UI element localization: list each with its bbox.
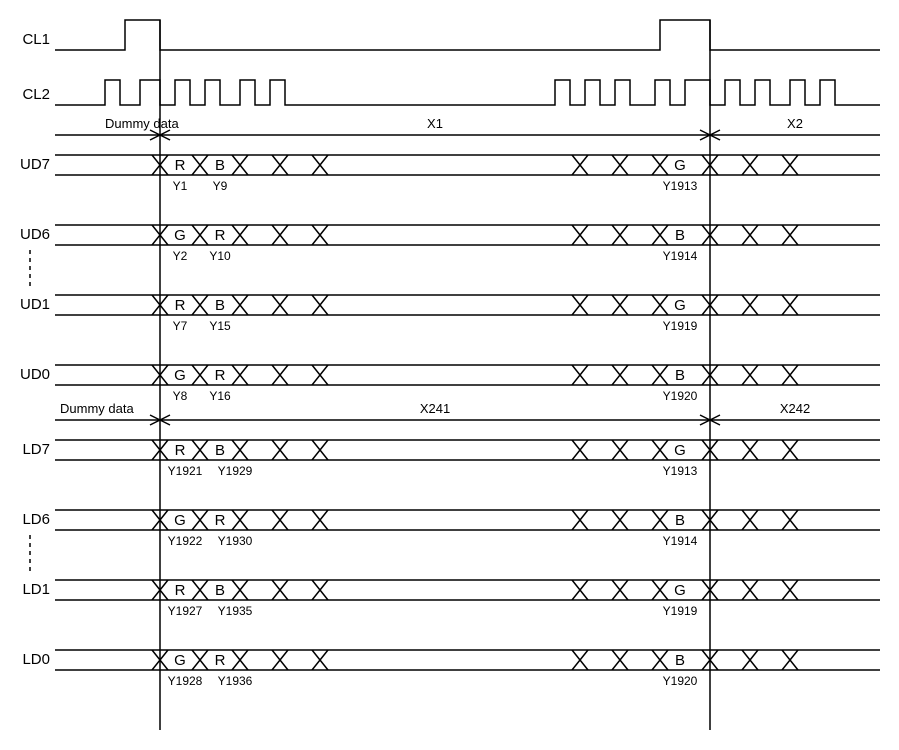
ud0-c2: R [215,367,226,384]
ld6-l2: Y1930 [218,534,253,548]
ud6-c3: B [675,227,685,244]
ld0-l2: Y1936 [218,674,253,688]
ud6-l2: Y10 [209,249,231,263]
ld7-c1: R [175,442,186,459]
ld1-l2: Y1935 [218,604,253,618]
wave-cl2 [55,80,880,105]
ld1-l1: Y1927 [168,604,203,618]
ld1-c3: G [674,582,686,599]
ud6-c1: G [174,227,186,244]
label-ld1: LD1 [22,581,50,598]
ld1-c2: B [215,582,225,599]
span-x1: X1 [427,116,443,131]
wave-cl1 [55,20,880,50]
ud7-c3: G [674,157,686,174]
ud0-l1: Y8 [173,389,188,403]
ud1-c1: R [175,297,186,314]
ld0-l1: Y1928 [168,674,203,688]
ld7-l3: Y1913 [663,464,698,478]
ld7-c2: B [215,442,225,459]
dummy-data-1: Dummy data [105,116,179,131]
ud1-c3: G [674,297,686,314]
ld0-c2: R [215,652,226,669]
ud6-l1: Y2 [173,249,188,263]
dummy-data-2: Dummy data [60,401,134,416]
ud7-l1: Y1 [173,179,188,193]
ld0-c3: B [675,652,685,669]
ld7-l1: Y1921 [168,464,203,478]
label-cl1: CL1 [22,31,50,48]
ud0-c1: G [174,367,186,384]
label-ld0: LD0 [22,651,50,668]
ld6-c1: G [174,512,186,529]
span-x2: X2 [787,116,803,131]
ud6-l3: Y1914 [663,249,698,263]
ld6-l3: Y1914 [663,534,698,548]
ud1-c2: B [215,297,225,314]
span-x241: X241 [420,401,450,416]
label-ud6: UD6 [20,226,50,243]
span-x242: X242 [780,401,810,416]
ud7-c1: R [175,157,186,174]
ld6-c2: R [215,512,226,529]
ud1-l2: Y15 [209,319,231,333]
label-ud1: UD1 [20,296,50,313]
ud1-l1: Y7 [173,319,188,333]
ld7-c3: G [674,442,686,459]
label-cl2: CL2 [22,86,50,103]
ld0-c1: G [174,652,186,669]
label-ud7: UD7 [20,156,50,173]
ud7-l3: Y1913 [663,179,698,193]
ld6-c3: B [675,512,685,529]
ud6-c2: R [215,227,226,244]
span-row-2: Dummy data X241 X242 [55,401,880,425]
ud1-l3: Y1919 [663,319,698,333]
ld7-l2: Y1929 [218,464,253,478]
ud0-l3: Y1920 [663,389,698,403]
timing-diagram: CL1 CL2 Dummy data X1 X2 UD7 R B G Y1 Y9… [10,10,890,740]
ld1-l3: Y1919 [663,604,698,618]
ud7-c2: B [215,157,225,174]
ld6-l1: Y1922 [168,534,203,548]
ld1-c1: R [175,582,186,599]
label-ud0: UD0 [20,366,50,383]
ud0-l2: Y16 [209,389,231,403]
span-row-1: Dummy data X1 X2 [55,116,880,140]
ud7-l2: Y9 [213,179,228,193]
ud0-c3: B [675,367,685,384]
label-ld6: LD6 [22,511,50,528]
ld0-l3: Y1920 [663,674,698,688]
label-ld7: LD7 [22,441,50,458]
